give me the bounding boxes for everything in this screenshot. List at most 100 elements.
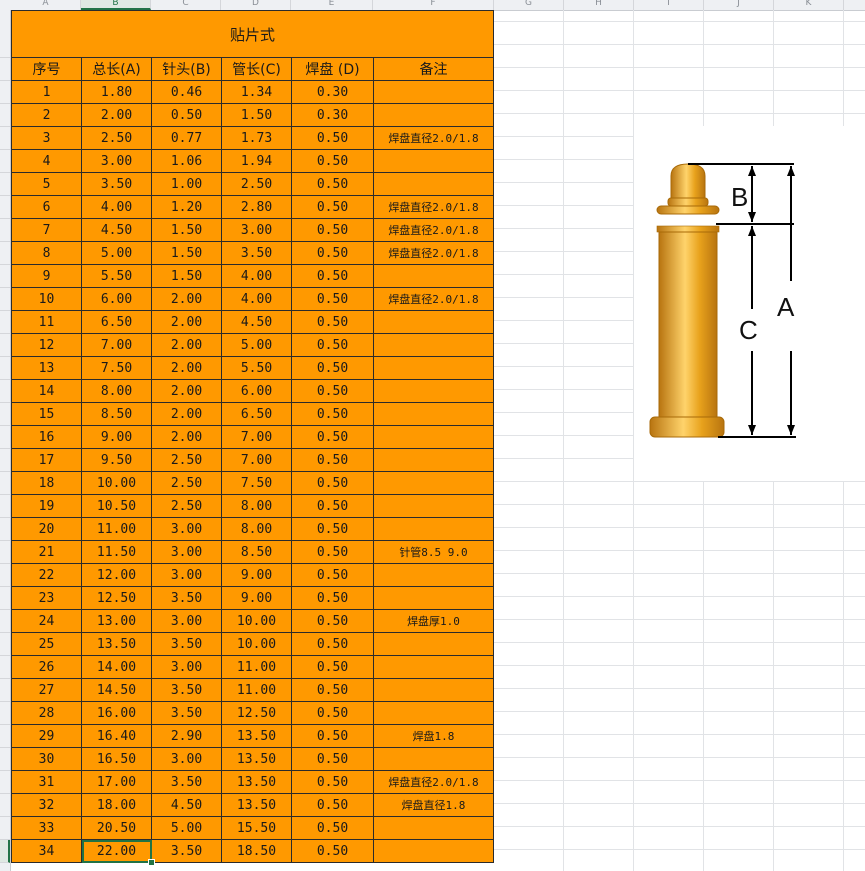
column-header-i[interactable]: I [634,0,704,10]
row-header[interactable] [0,127,10,150]
tube-length-cell[interactable]: 2.80 [221,195,292,219]
tip-length-cell[interactable]: 1.50 [151,218,222,242]
pad-cell[interactable]: 0.50 [291,149,374,173]
index-cell[interactable]: 20 [11,517,82,541]
row-header[interactable] [0,265,10,288]
row-header[interactable] [0,196,10,219]
tube-length-cell[interactable]: 2.50 [221,172,292,196]
column-header-cell[interactable]: 管长(C) [221,57,292,81]
column-header-f[interactable]: F [373,0,494,10]
note-cell[interactable] [373,632,494,656]
pad-cell[interactable]: 0.50 [291,632,374,656]
tube-length-cell[interactable]: 18.50 [221,839,292,863]
row-header[interactable] [0,633,10,656]
total-length-cell[interactable]: 2.00 [81,103,152,127]
tip-length-cell[interactable]: 2.00 [151,287,222,311]
index-cell[interactable]: 18 [11,471,82,495]
total-length-cell[interactable]: 9.50 [81,448,152,472]
total-length-cell[interactable]: 8.00 [81,379,152,403]
note-cell[interactable] [373,701,494,725]
row-header[interactable] [0,839,10,863]
tube-length-cell[interactable]: 9.00 [221,586,292,610]
total-length-cell[interactable]: 8.50 [81,402,152,426]
tip-length-cell[interactable]: 2.50 [151,494,222,518]
tip-length-cell[interactable]: 3.50 [151,586,222,610]
tube-length-cell[interactable]: 1.73 [221,126,292,150]
column-header-h[interactable]: H [564,0,634,10]
note-cell[interactable] [373,333,494,357]
pad-cell[interactable]: 0.50 [291,356,374,380]
tube-length-cell[interactable]: 11.00 [221,655,292,679]
index-cell[interactable]: 23 [11,586,82,610]
pad-cell[interactable]: 0.50 [291,747,374,771]
index-cell[interactable]: 32 [11,793,82,817]
note-cell[interactable] [373,747,494,771]
total-length-cell[interactable]: 18.00 [81,793,152,817]
index-cell[interactable]: 26 [11,655,82,679]
row-header[interactable] [0,472,10,495]
note-cell[interactable] [373,103,494,127]
index-cell[interactable]: 14 [11,379,82,403]
tip-length-cell[interactable]: 1.50 [151,264,222,288]
row-header[interactable] [0,426,10,449]
row-header[interactable] [0,380,10,403]
note-cell[interactable] [373,310,494,334]
index-cell[interactable]: 8 [11,241,82,265]
pad-cell[interactable]: 0.50 [291,563,374,587]
total-length-cell[interactable]: 14.50 [81,678,152,702]
note-cell[interactable] [373,80,494,104]
row-header[interactable] [0,610,10,633]
tip-length-cell[interactable]: 0.77 [151,126,222,150]
row-header[interactable] [0,242,10,265]
column-header-a[interactable]: A [11,0,81,10]
index-cell[interactable]: 31 [11,770,82,794]
note-cell[interactable] [373,149,494,173]
total-length-cell[interactable]: 4.50 [81,218,152,242]
column-header-cell[interactable]: 备注 [373,57,494,81]
row-header[interactable] [0,771,10,794]
pad-cell[interactable]: 0.50 [291,770,374,794]
tip-length-cell[interactable]: 2.00 [151,310,222,334]
tip-length-cell[interactable]: 3.50 [151,632,222,656]
index-cell[interactable]: 2 [11,103,82,127]
note-cell[interactable] [373,517,494,541]
total-length-cell[interactable]: 16.40 [81,724,152,748]
total-length-cell[interactable]: 3.50 [81,172,152,196]
tube-length-cell[interactable]: 13.50 [221,724,292,748]
pad-cell[interactable]: 0.50 [291,126,374,150]
note-cell[interactable]: 焊盘直径2.0/1.8 [373,195,494,219]
tip-length-cell[interactable]: 2.00 [151,333,222,357]
tube-length-cell[interactable]: 4.00 [221,264,292,288]
row-header[interactable] [0,587,10,610]
column-header-k[interactable]: K [774,0,844,10]
tip-length-cell[interactable]: 1.00 [151,172,222,196]
index-cell[interactable]: 4 [11,149,82,173]
row-header[interactable] [0,679,10,702]
row-header[interactable] [0,725,10,748]
tip-length-cell[interactable]: 3.00 [151,563,222,587]
column-header-cell[interactable]: 针头(B) [151,57,222,81]
note-cell[interactable]: 焊盘直径1.8 [373,793,494,817]
tube-length-cell[interactable]: 7.00 [221,425,292,449]
row-header[interactable] [0,173,10,196]
row-header[interactable] [0,81,10,104]
note-cell[interactable] [373,356,494,380]
total-length-cell[interactable]: 17.00 [81,770,152,794]
row-header[interactable] [0,449,10,472]
note-cell[interactable] [373,494,494,518]
tip-length-cell[interactable]: 1.50 [151,241,222,265]
tip-length-cell[interactable]: 2.50 [151,448,222,472]
column-header-cell[interactable]: 总长(A) [81,57,152,81]
index-cell[interactable]: 34 [11,839,82,863]
index-cell[interactable]: 11 [11,310,82,334]
pad-cell[interactable]: 0.50 [291,701,374,725]
tip-length-cell[interactable]: 5.00 [151,816,222,840]
index-cell[interactable]: 7 [11,218,82,242]
pad-cell[interactable]: 0.50 [291,724,374,748]
pad-cell[interactable]: 0.50 [291,839,374,863]
index-cell[interactable]: 29 [11,724,82,748]
row-header[interactable] [0,656,10,679]
pad-cell[interactable]: 0.50 [291,494,374,518]
row-header[interactable] [0,104,10,127]
index-cell[interactable]: 10 [11,287,82,311]
